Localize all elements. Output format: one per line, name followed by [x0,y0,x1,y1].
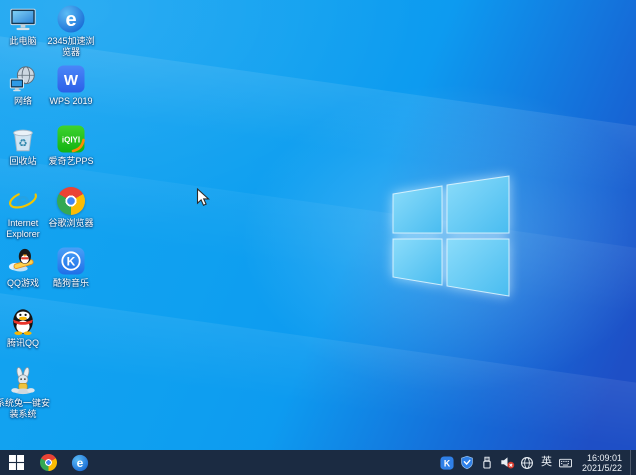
taskbar-clock[interactable]: 16:09:01 2021/5/22 [578,453,625,473]
svg-text:K: K [67,255,76,269]
icon-label: 网络 [13,96,32,106]
usb-device-icon [483,456,492,469]
svg-text:e: e [77,456,84,470]
icon-label: 谷歌浏览器 [48,218,94,228]
iqiyi-icon: iQIYI [56,124,86,154]
svg-text:♻: ♻ [18,138,27,150]
tray-kugou-button[interactable]: K [440,455,455,470]
qq-games-icon [8,246,38,276]
speaker-muted-icon [501,457,515,469]
icon-label: 2345加速浏览器 [47,36,95,57]
2345-browser-icon: e [56,4,86,34]
desktop-icon-iqiyi-pps[interactable]: iQIYI 爱奇艺PPS [43,124,99,167]
internet-explorer-icon: e [8,186,38,216]
recycle-bin-icon: ♻ [8,124,38,154]
chrome-icon [56,186,86,216]
taskbar-chrome-button[interactable] [32,450,64,475]
svg-text:W: W [64,72,79,89]
mouse-cursor [196,187,210,213]
desktop-icon-chrome[interactable]: 谷歌浏览器 [43,186,99,229]
desktop-icon-wps-2019[interactable]: W WPS 2019 [43,64,99,107]
keyboard-icon [559,458,572,467]
taskbar-2345-browser-button[interactable]: e [64,450,96,475]
desktop-icon-tencent-qq[interactable]: 腾讯QQ [0,306,51,349]
system-rabbit-icon [8,366,38,396]
svg-text:e: e [65,9,76,31]
kugou-tray-icon: K [440,455,455,470]
desktop-icon-2345-browser[interactable]: e 2345加速浏览器 [43,4,99,58]
ime-language-indicator[interactable]: 英 [540,450,553,475]
svg-text:K: K [444,458,451,468]
shield-icon [461,455,474,470]
this-pc-icon [8,4,38,34]
icon-label: 腾讯QQ [6,338,39,348]
icon-label: 爱奇艺PPS [48,156,94,166]
tray-volume-muted-button[interactable] [500,455,515,470]
show-desktop-button[interactable] [630,450,634,475]
icon-label: 回收站 [9,156,37,166]
icon-label: QQ游戏 [6,278,39,288]
network-icon [8,64,38,94]
windows-start-icon [8,455,24,470]
icon-label: 酷狗音乐 [52,278,89,288]
touch-keyboard-button[interactable] [558,455,573,470]
2345-browser-icon: e [71,454,89,471]
svg-text:e: e [16,187,30,215]
system-tray: K 英 16:09:01 2021/5/22 [440,450,634,475]
start-button[interactable] [0,450,32,475]
wps-icon: W [56,64,86,94]
icon-label: 此电脑 [9,36,37,46]
desktop-icon-system-rabbit[interactable]: 系统兔一键安装系统 [0,366,51,420]
globe-network-icon [521,456,534,469]
kugou-icon: K [56,246,86,276]
windows-desktop: 此电脑 e 2345加速浏览器 网络 W WPS 2019 ♻ 回收站 iQIY… [0,0,636,475]
icon-label: WPS 2019 [49,96,93,106]
clock-date: 2021/5/22 [581,462,622,473]
tray-security-shield-button[interactable] [460,455,475,470]
taskbar: e K 英 16:09:01 2021/5/22 [0,450,636,475]
tencent-qq-icon [8,306,38,336]
desktop-icon-kugou-music[interactable]: K 酷狗音乐 [43,246,99,289]
chrome-icon [39,454,57,471]
icon-label: 系统兔一键安装系统 [0,398,50,419]
tray-network-button[interactable] [520,455,535,470]
svg-text:iQIYI: iQIYI [62,136,80,145]
clock-time: 16:09:01 [586,452,622,463]
tray-usb-button[interactable] [480,455,495,470]
